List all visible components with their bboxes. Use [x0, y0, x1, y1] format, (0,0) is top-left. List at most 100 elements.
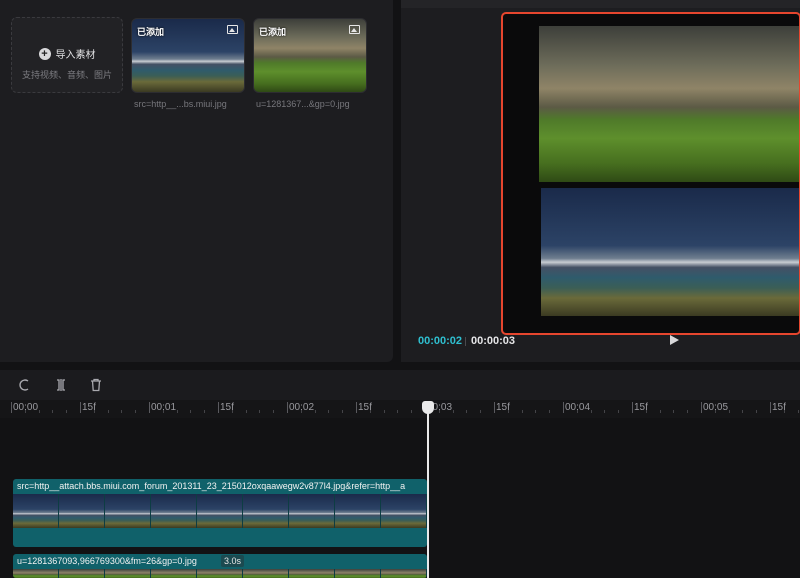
- filmstrip-frame: [243, 569, 289, 578]
- preview-image-field: [539, 26, 799, 182]
- video-editor-window: + 导入素材 支持视频、音频、图片 已添加 src=http__...bs.mi…: [0, 0, 800, 578]
- clip-filmstrip: [13, 494, 427, 528]
- preview-canvas[interactable]: [501, 12, 800, 335]
- filmstrip-frame: [289, 569, 335, 578]
- ruler-tick: [632, 402, 633, 413]
- ruler-minor-tick: [714, 410, 716, 413]
- filmstrip-frame: [105, 494, 151, 528]
- undo-icon[interactable]: [18, 378, 32, 392]
- ruler-minor-tick: [783, 410, 785, 413]
- time-divider: [465, 337, 466, 346]
- import-hint: 支持视频、音频、图片: [21, 70, 112, 80]
- filmstrip-frame: [59, 494, 105, 528]
- ruler-minor-tick: [728, 410, 730, 413]
- ruler-minor-tick: [604, 410, 606, 413]
- ruler-tick: [80, 402, 81, 413]
- added-badge: 已添加: [137, 27, 165, 37]
- ruler-tick: [11, 402, 12, 413]
- preview-image-lake: [541, 188, 799, 316]
- ruler-minor-tick: [190, 410, 192, 413]
- ruler-tick: [563, 402, 564, 413]
- ruler-minor-tick: [93, 410, 95, 413]
- plus-icon: +: [38, 47, 51, 60]
- clip-field[interactable]: u=1281367093,966769300&fm=26&gp=0.jpg 3.…: [13, 554, 427, 578]
- ruler-tick: [356, 402, 357, 413]
- filmstrip-frame: [151, 569, 197, 578]
- ruler-minor-tick: [204, 410, 206, 413]
- ruler-minor-tick: [535, 410, 537, 413]
- ruler-tick: [701, 402, 702, 413]
- ruler-tick: [149, 402, 150, 413]
- media-item-lake[interactable]: 已添加: [131, 18, 245, 93]
- import-label: 导入素材: [55, 50, 96, 61]
- ruler-tick: [287, 402, 288, 413]
- playhead-line[interactable]: [427, 404, 429, 578]
- filmstrip-frame: [289, 494, 335, 528]
- ruler-minor-tick: [231, 410, 233, 413]
- ruler-minor-tick: [162, 410, 164, 413]
- media-panel: + 导入素材 支持视频、音频、图片 已添加 src=http__...bs.mi…: [0, 0, 393, 362]
- filmstrip-frame: [13, 494, 59, 528]
- ruler-minor-tick: [521, 410, 523, 413]
- trash-icon[interactable]: [89, 378, 103, 392]
- ruler-minor-tick: [121, 410, 123, 413]
- play-icon[interactable]: [670, 335, 679, 345]
- split-icon[interactable]: [54, 378, 68, 392]
- playhead-handle[interactable]: [422, 401, 434, 414]
- ruler-minor-tick: [397, 410, 399, 413]
- ruler-minor-tick: [273, 410, 275, 413]
- ruler-minor-tick: [549, 410, 551, 413]
- filmstrip-frame: [59, 569, 105, 578]
- filmstrip-frame: [197, 569, 243, 578]
- ruler-minor-tick: [659, 410, 661, 413]
- ruler-minor-tick: [107, 410, 109, 413]
- ruler-minor-tick: [314, 410, 316, 413]
- ruler-minor-tick: [24, 410, 26, 413]
- ruler-minor-tick: [673, 410, 675, 413]
- filmstrip-frame: [243, 494, 289, 528]
- ruler-minor-tick: [38, 410, 40, 413]
- ruler-minor-tick: [369, 410, 371, 413]
- preview-panel: 00:00:02 00:00:03: [401, 0, 800, 362]
- import-media-button[interactable]: + 导入素材 支持视频、音频、图片: [11, 17, 123, 93]
- filmstrip-frame: [151, 494, 197, 528]
- ruler-minor-tick: [300, 410, 302, 413]
- track-area: src=http__attach.bbs.miui.com_forum_2013…: [0, 418, 800, 578]
- ruler-tick: [218, 402, 219, 413]
- ruler-minor-tick: [259, 410, 261, 413]
- ruler-minor-tick: [176, 410, 178, 413]
- timeline-ruler[interactable]: 00:00 15f 00:01 15f 00:02 15f 00:03 15f 00:04 15f…: [0, 400, 800, 418]
- filmstrip-frame: [381, 494, 427, 528]
- ruler-minor-tick: [466, 410, 468, 413]
- filmstrip-frame: [381, 569, 427, 578]
- ruler-minor-tick: [66, 410, 68, 413]
- ruler-minor-tick: [687, 410, 689, 413]
- ruler-minor-tick: [411, 410, 413, 413]
- filmstrip-frame: [105, 569, 151, 578]
- ruler-minor-tick: [342, 410, 344, 413]
- ruler-minor-tick: [576, 410, 578, 413]
- clip-lake[interactable]: src=http__attach.bbs.miui.com_forum_2013…: [13, 479, 427, 547]
- filmstrip-frame: [335, 494, 381, 528]
- filmstrip-frame: [13, 569, 59, 578]
- ruler-minor-tick: [590, 410, 592, 413]
- ruler-minor-tick: [756, 410, 758, 413]
- duration-badge: 3.0s: [221, 555, 245, 567]
- ruler-minor-tick: [507, 410, 509, 413]
- media-item-field[interactable]: 已添加: [253, 18, 367, 93]
- filmstrip-frame: [197, 494, 243, 528]
- ruler-minor-tick: [438, 410, 440, 413]
- import-row: + 导入素材: [12, 46, 122, 61]
- added-badge: 已添加: [259, 27, 287, 37]
- clip-label: u=1281367093,966769300&fm=26&gp=0.jpg: [17, 556, 197, 566]
- media-caption: u=1281367...&gp=0.jpg: [256, 99, 350, 109]
- current-time: 00:00:02: [418, 335, 463, 347]
- preview-header: [401, 0, 800, 8]
- ruler-minor-tick: [618, 410, 620, 413]
- ruler-tick: [494, 402, 495, 413]
- clip-label: src=http__attach.bbs.miui.com_forum_2013…: [17, 481, 406, 491]
- ruler-minor-tick: [245, 410, 247, 413]
- ruler-minor-tick: [452, 410, 454, 413]
- image-icon: [227, 25, 238, 34]
- timeline-toolbar: [0, 370, 800, 400]
